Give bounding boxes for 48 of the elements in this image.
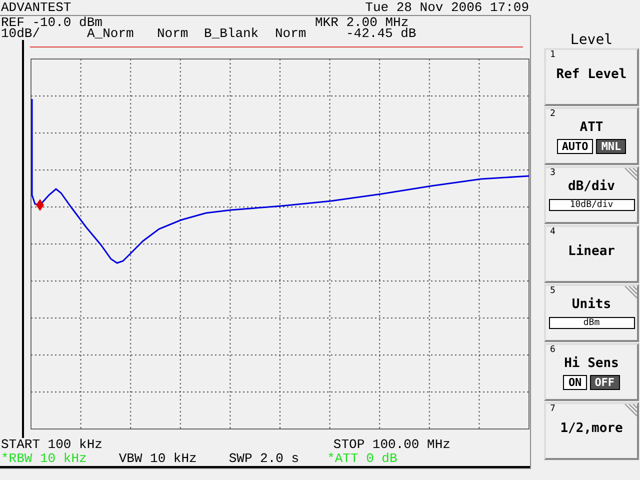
start-frequency: START 100 kHz bbox=[1, 438, 102, 452]
brand-label: ADVANTEST bbox=[1, 0, 72, 15]
sweep-setting: SWP 2.0 s bbox=[228, 452, 300, 466]
sweep-setting: *RBW 10 kHz bbox=[1, 452, 87, 466]
softkey-number: 1 bbox=[550, 50, 556, 61]
softkey[interactable]: 4 Linear bbox=[544, 225, 639, 283]
toggle-option: MNL bbox=[596, 139, 626, 154]
softkey-label: Hi Sens bbox=[564, 356, 619, 372]
scale-label: 10dB/ bbox=[1, 27, 40, 40]
trace-b-label: B_Blank bbox=[204, 27, 259, 40]
ref-level-label: REF -10.0 dBm bbox=[1, 16, 102, 29]
submenu-corner-icon bbox=[623, 168, 637, 182]
softkey-label: ATT bbox=[580, 120, 604, 136]
softkey-number: 7 bbox=[550, 404, 556, 415]
toggle-option: AUTO bbox=[556, 139, 594, 154]
menu-title: Level bbox=[569, 33, 614, 47]
stop-frequency: STOP 100.00 MHz bbox=[333, 438, 450, 452]
trace-b-mode: Norm bbox=[275, 27, 306, 40]
softkey-label: 1/2,more bbox=[560, 421, 623, 437]
softkey-value: dBm bbox=[548, 317, 634, 329]
softkey-number: 2 bbox=[550, 109, 556, 120]
marker-frequency: MKR 2.00 MHz bbox=[315, 16, 409, 29]
submenu-corner-icon bbox=[623, 286, 637, 300]
marker-icon bbox=[36, 199, 44, 211]
softkey-label: Ref Level bbox=[556, 67, 627, 83]
trace-a-mode: Norm bbox=[157, 27, 188, 40]
softkey-label: dB/div bbox=[568, 179, 615, 195]
toggle-option: OFF bbox=[590, 375, 620, 390]
softkey[interactable]: 3 dB/div 10dB/div bbox=[544, 166, 639, 224]
softkey-number: 5 bbox=[550, 286, 556, 297]
softkey-number: 3 bbox=[550, 168, 556, 179]
marker-level: -42.45 dB bbox=[346, 27, 416, 40]
submenu-corner-icon bbox=[623, 404, 637, 418]
softkey[interactable]: 5 Units dBm bbox=[544, 284, 639, 342]
trace-a-label: A_Norm bbox=[87, 27, 134, 40]
sweep-setting: *ATT 0 dB bbox=[327, 452, 398, 466]
date-time: Tue 28 Nov 2006 17:09 bbox=[365, 0, 529, 15]
softkey-number: 6 bbox=[550, 345, 556, 356]
softkey-label: Units bbox=[572, 297, 612, 313]
softkey[interactable]: 6 Hi Sens ON OFF bbox=[544, 343, 639, 401]
toggle-option: ON bbox=[563, 375, 587, 390]
softkey-label: Linear bbox=[568, 244, 615, 260]
sweep-setting: VBW 10 kHz bbox=[118, 452, 197, 466]
softkey[interactable]: 2 ATT AUTO MNL bbox=[544, 107, 639, 165]
softkey[interactable]: 1 Ref Level bbox=[544, 48, 639, 106]
softkey-number: 4 bbox=[550, 227, 556, 238]
softkey[interactable]: 7 1/2,more bbox=[544, 402, 639, 460]
softkey-value: 10dB/div bbox=[548, 199, 634, 211]
